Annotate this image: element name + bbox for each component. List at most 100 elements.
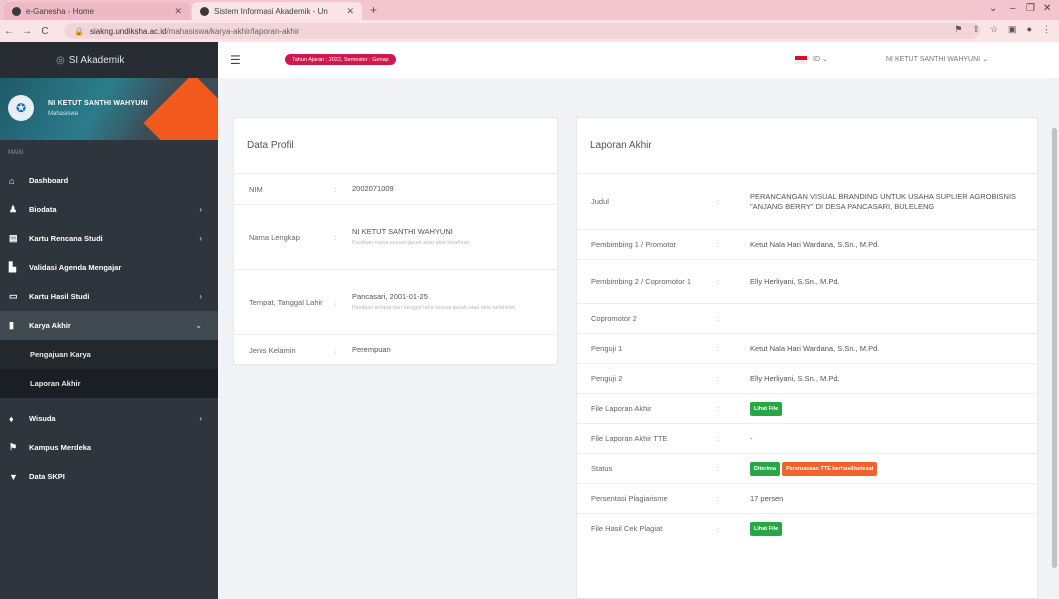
sidebar-subitem-laporan-akhir[interactable]: Laporan Akhir [0, 369, 218, 398]
table-row: NIM: 2002071009 [234, 174, 557, 205]
close-icon[interactable]: ✕ [174, 6, 182, 17]
browser-tabbar: e-Ganesha - Home ✕ Sistem Informasi Akad… [0, 0, 1059, 20]
sidebar-item-data-skpi[interactable]: ▼ Data SKPI [0, 462, 218, 491]
table-row: Tempat, Tanggal Lahir: Pancasari, 2001-0… [234, 270, 557, 335]
profile-panel: ✪ NI KETUT SANTHI WAHYUNI Mahasiswa [0, 78, 218, 140]
sidebar-item-label: Karya Akhir [29, 321, 71, 330]
url-field[interactable]: 🔒 siakng.undiksha.ac.id/mahasiswa/karya-… [64, 23, 980, 39]
sidebar-item-kampus-merdeka[interactable]: ⚑ Kampus Merdeka [0, 433, 218, 462]
table-row: Nama Lengkap: NI KETUT SANTHI WAHYUNI Pas… [234, 205, 557, 270]
row-value: - [750, 433, 753, 443]
row-key: Copromotor 2 [591, 313, 637, 323]
view-file-button[interactable]: Lihat File [750, 401, 783, 416]
row-separator: : [717, 277, 720, 286]
back-icon[interactable]: ← [0, 26, 18, 37]
card-title: Data Profil [234, 118, 557, 174]
sidebar-item-validasi[interactable]: ▙ Validasi Agenda Mengajar [0, 253, 218, 282]
translate-icon[interactable]: ⚑ [954, 24, 962, 35]
row-key: Nama Lengkap [249, 232, 300, 242]
indonesia-flag-icon[interactable] [795, 56, 807, 64]
kebab-icon[interactable]: ⋮ [1042, 24, 1051, 35]
table-row: Judul: PERANCANGAN VISUAL BRANDING UNTUK… [577, 174, 1037, 230]
card-title: Laporan Akhir [577, 118, 1037, 174]
status-badge: Diterima [750, 461, 781, 476]
row-hint: Pastikan nama sesuai ijazah atau akte ke… [352, 240, 470, 246]
minimize-icon[interactable]: – [1010, 3, 1016, 14]
language-select[interactable]: ID ⌄ [813, 55, 828, 63]
window-close-icon[interactable]: ✕ [1043, 3, 1051, 14]
lock-icon: 🔒 [74, 26, 84, 36]
row-key: Tempat, Tanggal Lahir [249, 297, 323, 307]
brand-label: SI Akademik [68, 54, 125, 66]
sidebar-item-label: Kartu Rencana Studi [29, 234, 103, 243]
row-separator: : [717, 524, 720, 534]
browser-tab-2[interactable]: Sistem Informasi Akademik - Un ✕ [192, 2, 362, 20]
account-icon[interactable]: ● [1027, 24, 1032, 35]
row-separator: : [717, 197, 720, 206]
sidebar-brand[interactable]: ◎ SI Akademik [0, 42, 218, 78]
row-key: Jenis Kelamin [249, 345, 296, 355]
sidebar-item-khs[interactable]: ▭ Kartu Hasil Studi › [0, 282, 218, 311]
table-row: Penguji 1: Ketut Nala Hari Wardana, S.Sn… [577, 334, 1037, 364]
view-plagiarism-file-button[interactable]: Lihat File [750, 522, 783, 536]
book-icon: ▮ [9, 320, 14, 330]
forward-icon[interactable]: → [18, 26, 36, 37]
table-row: File Hasil Cek Plagiat: Lihat File [577, 514, 1037, 544]
sidepanel-icon[interactable]: ▣ [1008, 24, 1017, 35]
table-row: Pembimbing 1 / Promotor: Ketut Nala Hari… [577, 230, 1037, 260]
reload-icon[interactable]: C [36, 26, 54, 37]
row-value: Ketut Nala Hari Wardana, S.Sn., M.Pd. [750, 343, 880, 353]
row-key: Penguji 2 [591, 373, 623, 383]
user-icon: ♟ [9, 204, 18, 214]
language-label: ID [813, 56, 820, 63]
row-value: Perempuan [352, 345, 391, 354]
row-key: File Laporan Akhir TTE [591, 433, 668, 443]
row-value: 2002071009 [352, 184, 394, 193]
user-menu[interactable]: NI KETUT SANTHI WAHYUNI ⌄ [886, 55, 988, 63]
row-key: File Laporan Akhir [591, 403, 652, 413]
sidebar-subitem-pengajuan-karya[interactable]: Pengajuan Karya [0, 340, 218, 369]
table-row: Jenis Kelamin: Perempuan [234, 335, 557, 365]
trophy-icon: ▼ [9, 471, 18, 482]
flag-icon: ⚑ [9, 442, 18, 452]
id-card-icon: ▭ [9, 291, 18, 301]
row-value: Elly Herliyani, S.Sn., M.Pd. [750, 373, 840, 383]
url-path: /mahasiswa/karya-akhir/laporan-akhir [166, 26, 300, 36]
sidebar-item-wisuda[interactable]: ♦ Wisuda › [0, 404, 218, 433]
file-check-icon: ▙ [9, 262, 16, 272]
period-badge: Tahun Ajaran : 2022, Semester : Genap [285, 54, 396, 65]
maximize-icon[interactable]: ❐ [1026, 3, 1035, 14]
star-icon[interactable]: ☆ [990, 24, 998, 35]
close-icon[interactable]: ✕ [346, 6, 354, 17]
browser-tab-1[interactable]: e-Ganesha - Home ✕ [4, 2, 190, 20]
hamburger-menu-icon[interactable]: ☰ [230, 53, 241, 67]
row-separator: : [717, 464, 720, 473]
scrollbar-thumb[interactable] [1052, 128, 1057, 568]
row-separator: : [717, 404, 720, 413]
menu-heading: MAIN [8, 150, 23, 156]
sidebar-item-label: Kampus Merdeka [29, 443, 92, 452]
chevron-right-icon: › [199, 234, 202, 243]
row-separator: : [717, 374, 720, 383]
chevron-down-icon[interactable]: ⌄ [989, 3, 997, 14]
sidebar-item-karya-akhir[interactable]: ▮ Karya Akhir ⌄ [0, 311, 218, 340]
row-separator: : [334, 297, 337, 307]
address-bar-row: ← → C 🔒 siakng.undiksha.ac.id/mahasiswa/… [0, 20, 1059, 42]
sidebar-item-dashboard[interactable]: ⌂ Dashboard [0, 166, 218, 195]
share-icon[interactable]: ⇪ [972, 24, 980, 35]
tab-title: e-Ganesha - Home [26, 6, 95, 16]
row-key: Pembimbing 1 / Promotor [591, 239, 677, 249]
sidebar-item-krs[interactable]: ▤ Kartu Rencana Studi › [0, 224, 218, 253]
row-separator: : [717, 434, 720, 443]
sidebar-item-biodata[interactable]: ♟ Biodata › [0, 195, 218, 224]
submenu-karya-akhir: Pengajuan Karya Laporan Akhir [0, 340, 218, 398]
page-scrollbar[interactable] [1050, 78, 1059, 599]
sidebar-item-label: Kartu Hasil Studi [29, 292, 90, 301]
avatar[interactable]: ✪ [8, 95, 34, 121]
row-key: Judul [591, 196, 609, 206]
chevron-down-icon: ⌄ [195, 321, 202, 330]
row-separator: : [717, 494, 720, 503]
new-tab-icon[interactable]: + [370, 3, 377, 17]
profile-role: Mahasiswa [48, 111, 79, 117]
row-separator: : [334, 184, 337, 194]
